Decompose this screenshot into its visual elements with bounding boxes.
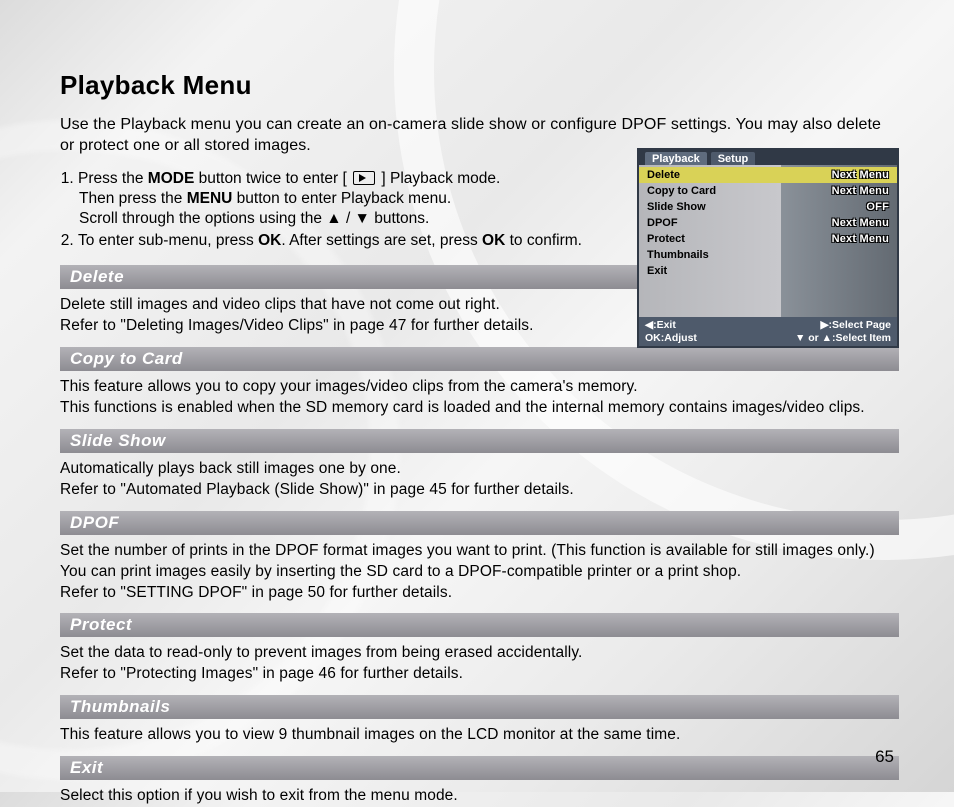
lcd-item-value: Next Menu — [832, 185, 889, 197]
lcd-item-value: Next Menu — [832, 233, 889, 245]
lcd-item-label: Exit — [647, 265, 667, 277]
lcd-item-label: DPOF — [647, 217, 678, 229]
page-number: 65 — [875, 747, 894, 767]
section-body: This feature allows you to copy your ima… — [60, 377, 899, 419]
lcd-preview: Playback Setup DeleteNext MenuCopy to Ca… — [637, 148, 899, 348]
lcd-footer-exit: ◀:Exit — [645, 319, 697, 332]
section-heading: DPOF — [60, 511, 899, 535]
lcd-menu-item[interactable]: Protect Next Menu — [639, 231, 897, 247]
lcd-item-value: Next Menu — [832, 217, 889, 229]
lcd-footer-selectpage: ▶:Select Page — [795, 319, 891, 332]
section-heading: Copy to Card — [60, 347, 899, 371]
section-heading: Exit — [60, 756, 899, 780]
section-body: Automatically plays back still images on… — [60, 459, 899, 501]
lcd-menu-item[interactable]: Exit — [639, 263, 897, 279]
section-body: Select this option if you wish to exit f… — [60, 786, 899, 807]
lcd-item-label: Thumbnails — [647, 249, 709, 261]
lcd-item-label: Slide Show — [647, 201, 706, 213]
lcd-tab-playback[interactable]: Playback — [645, 152, 707, 165]
lcd-item-label: Copy to Card — [647, 185, 716, 197]
lcd-menu-item[interactable]: Slide Show OFF — [639, 199, 897, 215]
section-heading: Slide Show — [60, 429, 899, 453]
lcd-menu-list: Delete Next Menu Copy to Card Next Menu Slid… — [639, 165, 897, 317]
lcd-menu-item[interactable]: Delete Next Menu — [639, 167, 897, 183]
lcd-tab-setup[interactable]: Setup — [711, 152, 756, 165]
lcd-item-label: Delete — [647, 169, 680, 181]
playback-icon — [353, 171, 375, 185]
lcd-menu-item[interactable]: Copy to Card Next Menu — [639, 183, 897, 199]
section-body: Set the number of prints in the DPOF for… — [60, 541, 899, 604]
section-body: Set the data to read-only to prevent ima… — [60, 643, 899, 685]
lcd-item-value: Next Menu — [832, 169, 889, 181]
section-heading: Thumbnails — [60, 695, 899, 719]
page-title: Playback Menu — [60, 70, 899, 101]
lcd-footer-adjust: OK:Adjust — [645, 332, 697, 345]
lcd-item-label: Protect — [647, 233, 685, 245]
lcd-footer-selectitem: ▼ or ▲:Select Item — [795, 332, 891, 345]
lcd-menu-item[interactable]: Thumbnails — [639, 247, 897, 263]
lcd-item-value: OFF — [866, 201, 889, 213]
lcd-menu-item[interactable]: DPOF Next Menu — [639, 215, 897, 231]
section-heading: Protect — [60, 613, 899, 637]
section-body: This feature allows you to view 9 thumbn… — [60, 725, 899, 746]
